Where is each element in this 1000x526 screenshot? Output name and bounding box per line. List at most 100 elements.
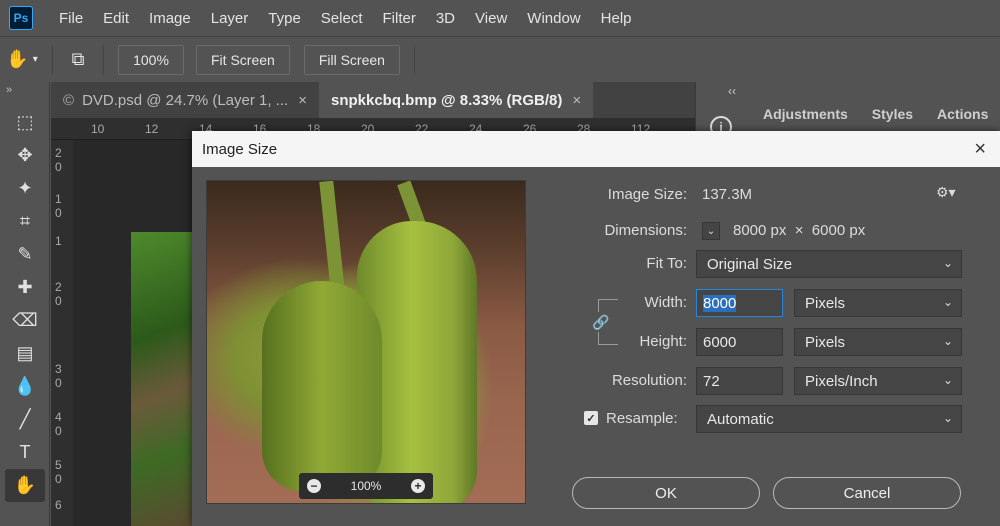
hand-tool-preset-icon[interactable]: ✋ ▾ [0, 49, 44, 70]
preview-zoom-level: 100% [350, 479, 382, 493]
tab-styles[interactable]: Styles [860, 98, 925, 130]
tab-actions[interactable]: Actions [925, 98, 1000, 130]
menu-image[interactable]: Image [139, 10, 201, 27]
panel-collapse[interactable]: ‹‹ [728, 84, 736, 98]
menu-type[interactable]: Type [258, 10, 311, 27]
zoom-out-icon[interactable]: − [307, 479, 321, 493]
width-unit-select[interactable]: Pixels ⌄ [794, 289, 962, 317]
eraser-icon[interactable]: ⌫ [0, 304, 50, 337]
scroll-all-windows-icon[interactable]: ⧉ [61, 49, 95, 70]
document-image [131, 232, 195, 526]
ruler-vertical: 2 0 1 0 1 2 0 3 0 4 0 5 0 6 [51, 140, 73, 526]
ruler-tick: 6 [55, 498, 62, 512]
dialog-title-bar: Image Size × [192, 131, 1000, 167]
divider [413, 44, 415, 75]
resample-value: Automatic [707, 410, 774, 428]
healing-icon[interactable]: ✚ [0, 271, 50, 304]
ruler-tick: 3 [55, 362, 62, 376]
width-value: 8000 [703, 294, 737, 312]
resample-label: Resample: [606, 410, 678, 427]
ruler-tick: 0 [55, 206, 62, 220]
type-icon[interactable]: T [0, 436, 50, 469]
dimensions-label: Dimensions: [604, 222, 687, 239]
ruler-tick: 1 [55, 234, 62, 248]
menu-view[interactable]: View [465, 10, 517, 27]
toolbar-collapse[interactable]: » [0, 82, 49, 106]
preview-stem [319, 181, 345, 292]
resample-checkbox[interactable]: ✓ [584, 411, 598, 425]
resolution-unit-select[interactable]: Pixels/Inch ⌄ [794, 367, 962, 395]
ruler-tick: 4 [55, 410, 62, 424]
width-label: Width: [644, 294, 687, 311]
menu-help[interactable]: Help [591, 10, 642, 27]
photoshop-logo: Ps [9, 6, 33, 30]
ruler-tick: 0 [55, 424, 62, 438]
gradient-icon[interactable]: ▤ [0, 337, 50, 370]
gear-icon[interactable]: ⚙▾ [936, 184, 956, 201]
ok-button[interactable]: OK [572, 477, 760, 509]
ruler-tick: 10 [91, 122, 105, 136]
preview-pepper [262, 281, 382, 491]
height-label: Height: [639, 333, 687, 350]
close-icon[interactable]: × [298, 92, 307, 109]
zoom-in-icon[interactable]: + [410, 479, 425, 493]
chevron-down-icon: ⌄ [942, 411, 953, 425]
cancel-button[interactable]: Cancel [773, 477, 961, 509]
resample-select[interactable]: Automatic ⌄ [696, 405, 962, 433]
move-icon[interactable]: ✥ [0, 139, 50, 172]
fit-screen-button[interactable]: Fit Screen [196, 44, 290, 75]
fill-screen-button[interactable]: Fill Screen [303, 44, 400, 75]
fit-to-select[interactable]: Original Size ⌄ [696, 250, 962, 278]
menu-filter[interactable]: Filter [373, 10, 426, 27]
menu-window[interactable]: Window [517, 10, 590, 27]
image-preview[interactable]: − 100% + [206, 180, 526, 504]
tab-dvd[interactable]: © DVD.psd @ 24.7% (Layer 1, ... × [51, 82, 319, 118]
chevron-down-icon: ⌄ [942, 256, 953, 270]
chevron-down-icon: ⌄ [942, 295, 953, 309]
close-icon[interactable]: × [974, 138, 986, 161]
fit-to-value: Original Size [707, 255, 793, 273]
dimensions-value: 8000 px × 6000 px [733, 222, 866, 239]
image-size-value: 137.3M [702, 186, 753, 203]
tab-adjustments[interactable]: Adjustments [751, 98, 860, 130]
resolution-unit: Pixels/Inch [805, 372, 878, 390]
divider [103, 44, 104, 75]
options-bar: ✋ ▾ ⧉ 100% Fit Screen Fill Screen [0, 36, 1000, 82]
eye-icon: © [63, 91, 75, 109]
menu-select[interactable]: Select [311, 10, 373, 27]
resolution-input[interactable]: 72 [696, 367, 783, 395]
dialog-title: Image Size [202, 140, 278, 158]
width-input[interactable]: 8000 [696, 289, 783, 317]
menu-bar: Ps File Edit Image Layer Type Select Fil… [0, 0, 1000, 36]
ruler-tick: 2 [55, 146, 62, 160]
fit-to-label: Fit To: [646, 255, 687, 272]
hand-icon[interactable]: ✋ [5, 469, 45, 502]
image-size-label: Image Size: [607, 186, 687, 203]
crop-icon[interactable]: ⌗ [0, 205, 50, 238]
tab-snpkkcbq[interactable]: snpkkcbq.bmp @ 8.33% (RGB/8) × [318, 82, 594, 118]
panel-tabs: Adjustments Styles Actions [751, 98, 1000, 130]
blur-icon[interactable]: 💧 [0, 370, 50, 403]
tools-panel: » ⬚ ✥ ✦ ⌗ ✎ ✚ ⌫ ▤ 💧 ╱ T ✋ [0, 82, 50, 526]
height-input[interactable]: 6000 [696, 328, 783, 356]
resolution-label: Resolution: [611, 372, 687, 389]
ruler-tick: 5 [55, 458, 62, 472]
close-icon[interactable]: × [572, 92, 581, 109]
magic-wand-icon[interactable]: ✦ [0, 172, 50, 205]
image-size-dialog: Image Size × − 100% + Image Size: 137.3M… [192, 131, 1000, 526]
height-unit-select[interactable]: Pixels ⌄ [794, 328, 962, 356]
chevron-down-icon[interactable]: ⌄ [702, 222, 720, 240]
menu-3d[interactable]: 3D [426, 10, 465, 27]
zoom-100-button[interactable]: 100% [118, 44, 184, 75]
link-icon[interactable]: 🔗 [592, 312, 610, 332]
line-icon[interactable]: ╱ [0, 403, 50, 436]
menu-edit[interactable]: Edit [93, 10, 139, 27]
menu-layer[interactable]: Layer [201, 10, 259, 27]
preview-zoom-bar: − 100% + [299, 473, 433, 499]
tab-label: snpkkcbq.bmp @ 8.33% (RGB/8) [330, 91, 563, 109]
menu-file[interactable]: File [49, 10, 93, 27]
ruler-tick: 1 [55, 192, 62, 206]
marquee-icon[interactable]: ⬚ [0, 106, 50, 139]
brush-icon[interactable]: ✎ [0, 238, 50, 271]
ruler-tick: 0 [55, 294, 62, 308]
